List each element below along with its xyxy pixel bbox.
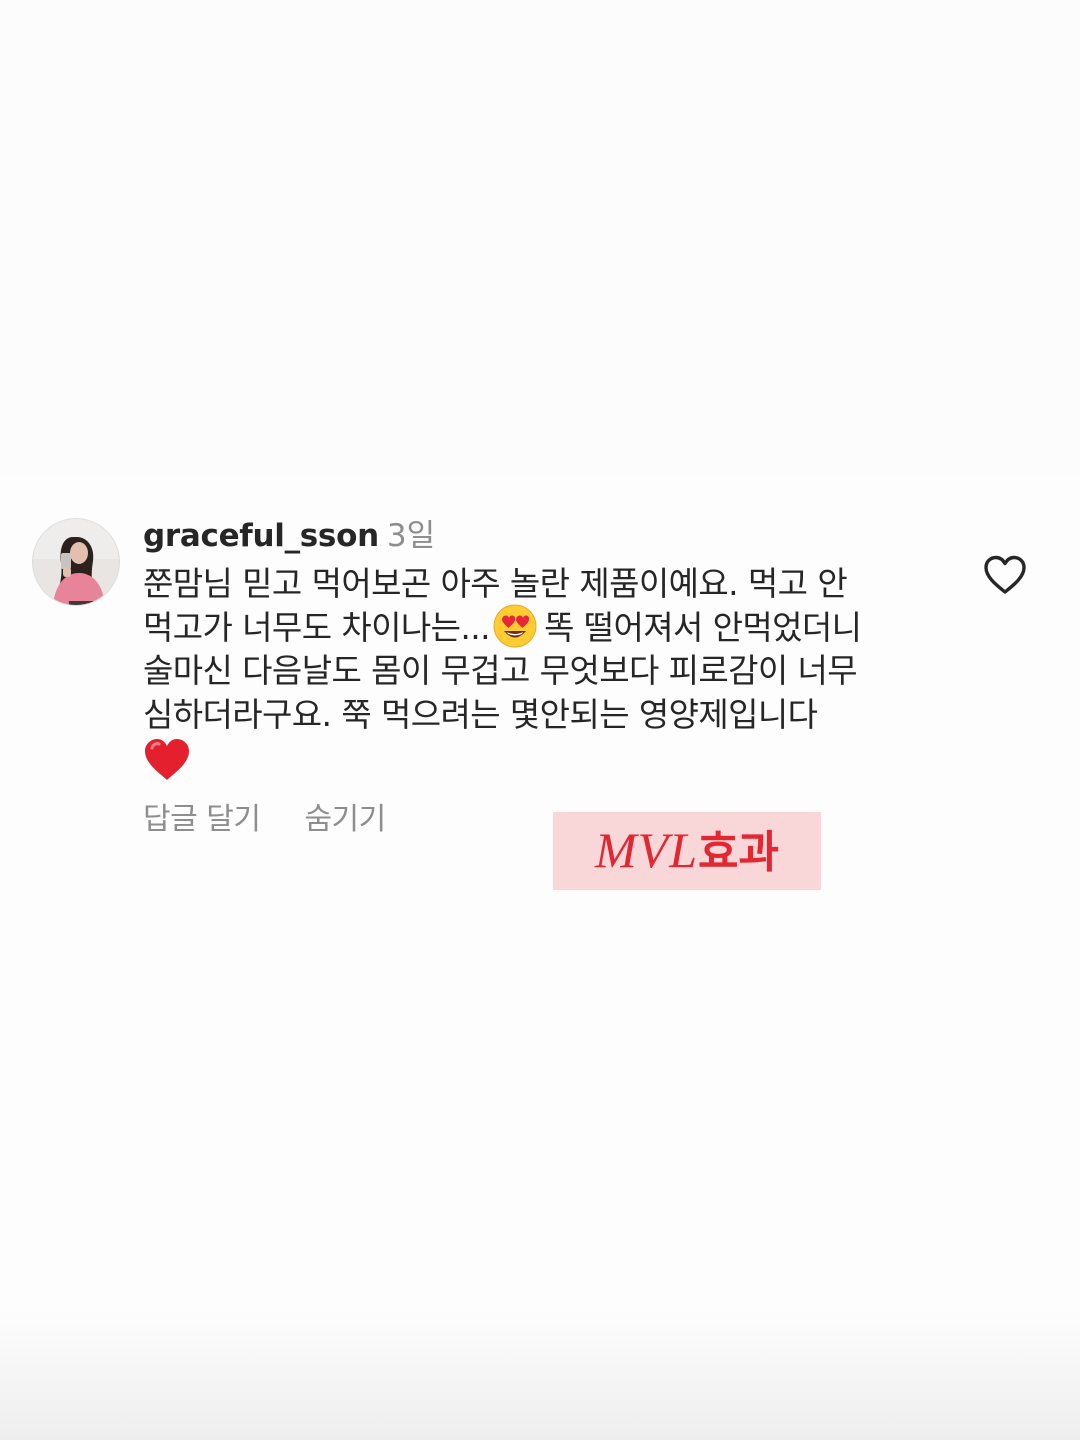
heart-eyes-emoji bbox=[493, 604, 537, 648]
like-button[interactable] bbox=[982, 554, 1028, 598]
username[interactable]: graceful_sson bbox=[143, 518, 379, 554]
avatar[interactable] bbox=[32, 518, 120, 606]
heart-outline-icon bbox=[984, 555, 1026, 594]
watermark-latin: MVL bbox=[595, 821, 699, 878]
comment-header: graceful_sson 3일 bbox=[143, 514, 435, 558]
red-heart-emoji bbox=[145, 739, 189, 780]
blank-top-area bbox=[0, 0, 1080, 476]
bottom-gradient bbox=[0, 1310, 1080, 1440]
comment-line: 술마신 다음날도 몸이 무겁고 무엇보다 피로감이 너무 bbox=[143, 651, 858, 690]
hide-button[interactable]: 숨기기 bbox=[304, 802, 386, 837]
comment-line: 쭌맘님 믿고 먹어보곤 아주 놀란 제품이예요. 먹고 안 bbox=[143, 564, 848, 603]
watermark-text: MVL효과 bbox=[595, 811, 779, 892]
timestamp: 3일 bbox=[386, 518, 436, 554]
comment-item: graceful_sson 3일 쭌맘님 믿고 먹어보곤 아주 놀란 제품이예요.… bbox=[0, 500, 1080, 860]
mvl-effect-label: MVL효과 bbox=[553, 812, 821, 890]
avatar-photo bbox=[33, 519, 119, 605]
reply-button[interactable]: 답글 달기 bbox=[143, 802, 261, 837]
comment-line: 먹고가 너무도 차이나는... bbox=[143, 607, 491, 647]
comment-line: 심하더라구요. 쭉 먹으려는 몇안되는 영양제입니다 bbox=[143, 694, 818, 734]
comment-body: 쭌맘님 믿고 먹어보곤 아주 놀란 제품이예요. 먹고 안 먹고가 너무도 차이… bbox=[143, 562, 943, 782]
comment-actions: 답글 달기 숨기기 bbox=[143, 800, 386, 840]
watermark-korean: 효과 bbox=[698, 826, 779, 878]
comment-line: 똑 떨어져서 안먹었더니 bbox=[544, 607, 862, 647]
comment-line-with-emoji: 먹고가 너무도 차이나는... 똑 떨어져서 안먹었더니 bbox=[143, 604, 943, 650]
story-screen: graceful_sson 3일 쭌맘님 믿고 먹어보곤 아주 놀란 제품이예요.… bbox=[0, 0, 1080, 1440]
